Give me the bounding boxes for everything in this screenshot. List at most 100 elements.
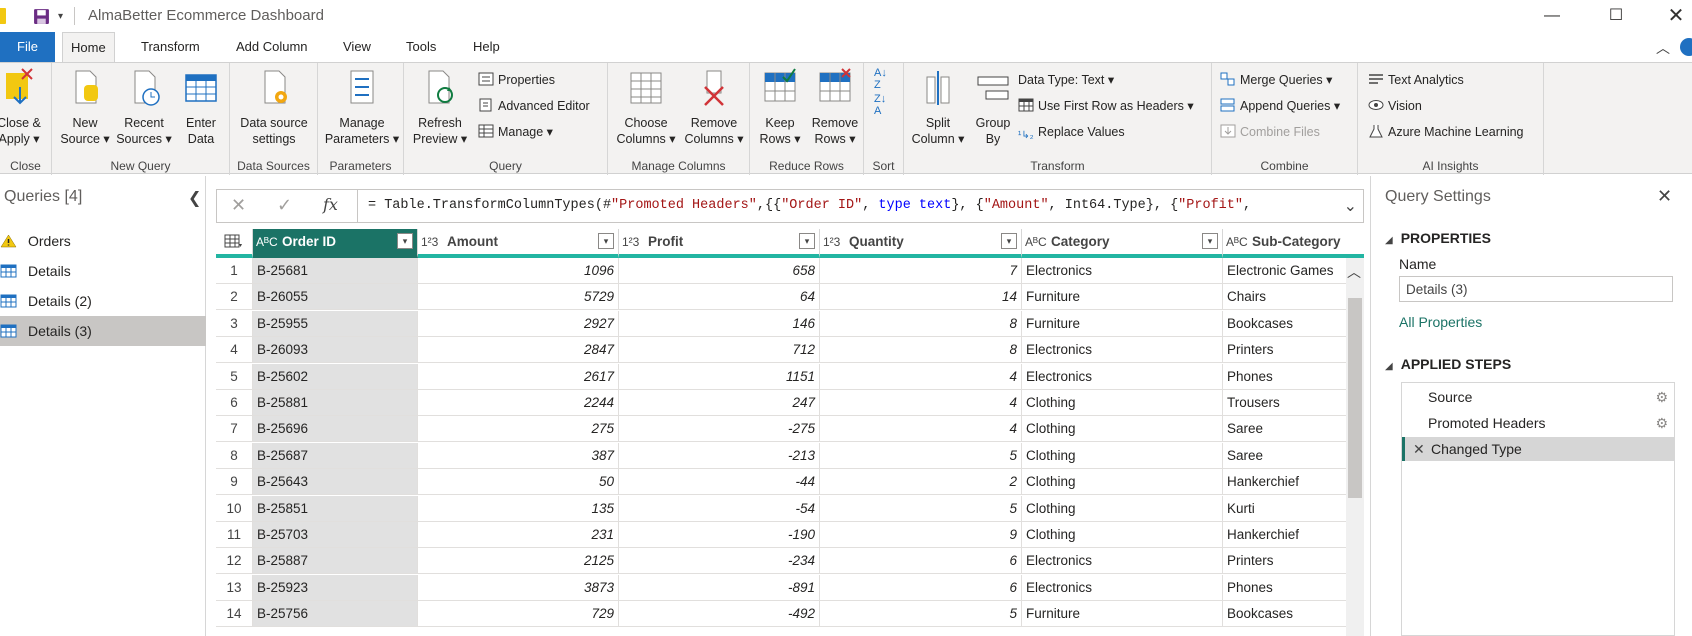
text-type-icon[interactable]: AᴮC xyxy=(1025,230,1047,254)
table-cell[interactable]: Furniture xyxy=(1022,601,1223,628)
applied-steps-section[interactable]: ◢ APPLIED STEPS xyxy=(1385,356,1511,372)
maximize-icon[interactable]: ☐ xyxy=(1604,4,1628,28)
table-cell[interactable]: 4 xyxy=(820,416,1022,443)
table-cell[interactable]: 2617 xyxy=(418,363,619,390)
table-cell[interactable]: 2244 xyxy=(418,390,619,416)
row-number[interactable]: 7 xyxy=(216,416,253,443)
column-header[interactable]: 1²3 Amount ▾ xyxy=(418,229,619,258)
table-cell[interactable]: B-25696 xyxy=(253,416,418,443)
table-cell[interactable]: 4 xyxy=(820,390,1022,416)
table-cell[interactable]: 658 xyxy=(619,258,820,284)
advanced-editor-button[interactable]: Advanced Editor xyxy=(478,95,590,117)
table-cell[interactable]: Clothing xyxy=(1022,522,1223,548)
collapse-pane-icon[interactable]: ❮ xyxy=(188,188,201,208)
table-cell[interactable]: Electronics xyxy=(1022,574,1223,601)
quick-access-dropdown-icon[interactable]: ▾ xyxy=(58,11,63,22)
table-cell[interactable]: 387 xyxy=(418,442,619,469)
table-cell[interactable]: B-25643 xyxy=(253,469,418,496)
table-cell[interactable]: 64 xyxy=(619,284,820,311)
filter-dropdown-icon[interactable]: ▾ xyxy=(1001,233,1017,249)
table-cell[interactable]: 5 xyxy=(820,495,1022,522)
table-cell[interactable]: Saree xyxy=(1223,416,1364,443)
text-type-icon[interactable]: AᴮC xyxy=(1226,230,1248,254)
table-cell[interactable]: -44 xyxy=(619,469,820,496)
scrollbar-thumb[interactable] xyxy=(1348,298,1362,498)
table-cell[interactable]: B-25756 xyxy=(253,601,418,628)
row-number[interactable]: 11 xyxy=(216,522,253,548)
table-cell[interactable]: Electronics xyxy=(1022,258,1223,284)
number-type-icon[interactable]: 1²3 xyxy=(622,230,644,254)
row-number[interactable]: 3 xyxy=(216,310,253,337)
table-cell[interactable]: Phones xyxy=(1223,364,1364,390)
table-cell[interactable]: 2927 xyxy=(418,310,619,337)
table-cell[interactable]: 729 xyxy=(418,601,619,628)
number-type-icon[interactable]: 1²3 xyxy=(823,230,845,254)
table-cell[interactable]: Clothing xyxy=(1022,390,1223,416)
row-number[interactable]: 8 xyxy=(216,442,253,469)
sort-descending-icon[interactable]: Z↓ A xyxy=(874,93,886,117)
table-cell[interactable]: 712 xyxy=(619,337,820,364)
row-number[interactable]: 14 xyxy=(216,601,253,628)
table-cell[interactable]: 8 xyxy=(820,310,1022,337)
table-cell[interactable]: B-25881 xyxy=(253,390,418,416)
vision-button[interactable]: Vision xyxy=(1368,95,1422,117)
table-cell[interactable]: Electronics xyxy=(1022,548,1223,575)
commit-formula-icon[interactable]: ✓ xyxy=(277,195,292,216)
table-cell[interactable]: Chairs xyxy=(1223,284,1364,311)
gear-icon[interactable]: ⚙ xyxy=(1655,411,1668,435)
manage-parameters-button[interactable]: Manage Parameters ▾ xyxy=(322,67,402,147)
tab-add-column[interactable]: Add Column xyxy=(228,32,316,62)
data-type-dropdown[interactable]: Data Type: Text ▾ xyxy=(1018,69,1114,91)
row-number[interactable]: 4 xyxy=(216,337,253,364)
text-analytics-button[interactable]: Text Analytics xyxy=(1368,69,1464,91)
delete-step-icon[interactable]: ✕ xyxy=(1413,437,1425,461)
step-promoted-headers[interactable]: Promoted Headers ⚙ xyxy=(1402,411,1674,435)
append-queries-button[interactable]: Append Queries ▾ xyxy=(1220,95,1340,117)
table-cell[interactable]: 8 xyxy=(820,337,1022,364)
table-cell[interactable]: 6 xyxy=(820,548,1022,575)
help-icon[interactable] xyxy=(1680,38,1692,56)
column-header[interactable]: AᴮC Order ID ▾ xyxy=(253,229,418,258)
table-cell[interactable]: 3873 xyxy=(418,574,619,601)
table-cell[interactable]: B-26055 xyxy=(253,284,418,311)
table-cell[interactable]: Printers xyxy=(1223,337,1364,364)
table-cell[interactable]: Electronics xyxy=(1022,337,1223,364)
table-cell[interactable]: 5729 xyxy=(418,284,619,311)
save-icon[interactable] xyxy=(33,8,50,25)
table-menu-icon[interactable] xyxy=(216,229,253,258)
filter-dropdown-icon[interactable]: ▾ xyxy=(397,233,413,249)
remove-columns-button[interactable]: Remove Columns ▾ xyxy=(680,67,748,147)
minimize-icon[interactable]: — xyxy=(1540,4,1564,28)
recent-sources-button[interactable]: Recent Sources ▾ xyxy=(114,67,174,147)
table-cell[interactable]: Hankerchief xyxy=(1223,522,1364,548)
table-cell[interactable]: B-25703 xyxy=(253,522,418,548)
query-item-details-2[interactable]: Details (2) xyxy=(0,286,206,316)
choose-columns-button[interactable]: Choose Columns ▾ xyxy=(612,67,680,147)
row-number[interactable]: 6 xyxy=(216,390,253,416)
combine-files-button[interactable]: Combine Files xyxy=(1220,121,1320,143)
gear-icon[interactable]: ⚙ xyxy=(1655,385,1668,409)
column-header[interactable]: AᴮC Sub-Category xyxy=(1223,229,1364,258)
row-number[interactable]: 13 xyxy=(216,574,253,601)
table-cell[interactable]: Hankerchief xyxy=(1223,469,1364,496)
table-cell[interactable]: Trousers xyxy=(1223,390,1364,416)
table-cell[interactable]: B-25851 xyxy=(253,495,418,522)
cancel-formula-icon[interactable]: ✕ xyxy=(231,195,246,216)
table-cell[interactable]: -54 xyxy=(619,495,820,522)
table-cell[interactable]: 7 xyxy=(820,258,1022,284)
table-cell[interactable]: -492 xyxy=(619,601,820,628)
enter-data-button[interactable]: Enter Data xyxy=(176,67,226,147)
split-column-button[interactable]: Split Column ▾ xyxy=(908,67,968,147)
table-cell[interactable]: Clothing xyxy=(1022,416,1223,443)
table-cell[interactable]: Clothing xyxy=(1022,442,1223,469)
manage-button[interactable]: Manage ▾ xyxy=(478,121,553,143)
table-cell[interactable]: Bookcases xyxy=(1223,601,1364,628)
table-cell[interactable]: 231 xyxy=(418,522,619,548)
vertical-scrollbar[interactable]: ︿ xyxy=(1346,258,1364,636)
table-cell[interactable]: Clothing xyxy=(1022,495,1223,522)
query-name-input[interactable] xyxy=(1399,276,1673,302)
column-header[interactable]: AᴮC Category ▾ xyxy=(1022,229,1223,258)
table-cell[interactable]: 135 xyxy=(418,495,619,522)
table-cell[interactable]: -190 xyxy=(619,522,820,548)
tab-tools[interactable]: Tools xyxy=(398,32,444,62)
